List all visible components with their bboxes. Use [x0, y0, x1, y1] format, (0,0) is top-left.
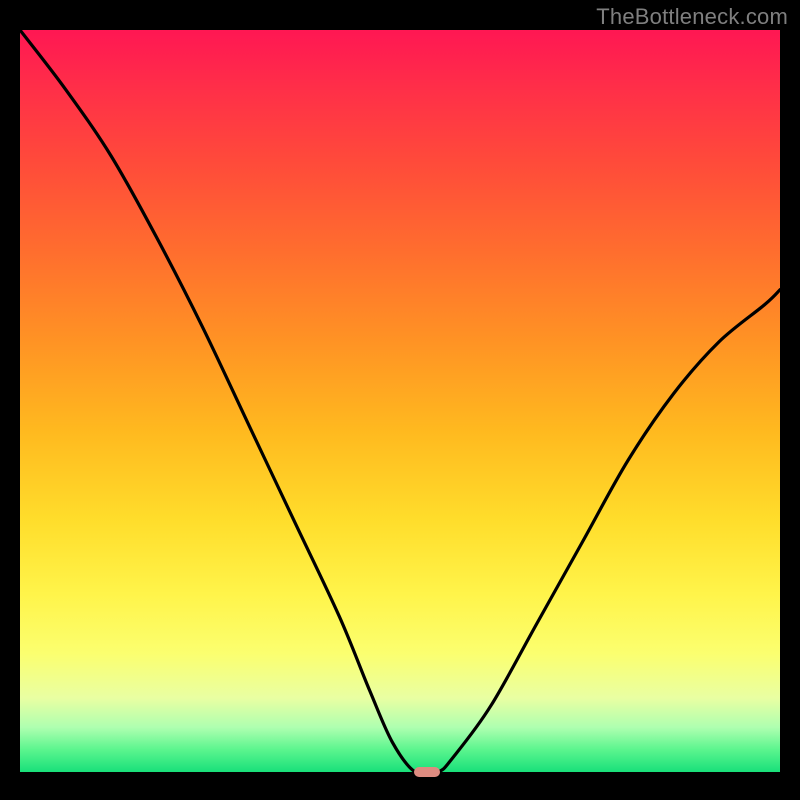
curve-layer: [20, 30, 780, 772]
chart-stage: TheBottleneck.com: [0, 0, 800, 800]
watermark-text: TheBottleneck.com: [596, 4, 788, 30]
plot-area: [20, 30, 780, 772]
optimal-point-marker: [414, 767, 440, 777]
bottleneck-curve: [20, 30, 780, 772]
